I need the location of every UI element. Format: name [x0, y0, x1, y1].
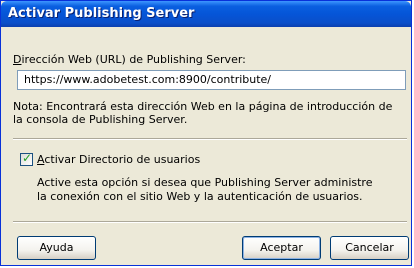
title-bar[interactable]: Activar Publishing Server	[1, 1, 411, 27]
cancel-button[interactable]: Cancelar	[330, 236, 409, 260]
url-label-text: irección Web (URL) de Publishing Server:	[21, 53, 246, 66]
url-input[interactable]: https://www.adobetest.com:8900/contribut…	[17, 70, 406, 90]
user-directory-checkbox-label[interactable]: Activar Directorio de usuarios	[37, 153, 200, 166]
url-label: Dirección Web (URL) de Publishing Server…	[13, 53, 246, 66]
note-text: Nota: Encontrará esta dirección Web en l…	[13, 100, 393, 126]
divider-top	[13, 138, 407, 140]
help-button[interactable]: Ayuda	[17, 236, 96, 260]
divider-bottom	[13, 221, 407, 223]
ok-button[interactable]: Aceptar	[242, 236, 321, 260]
user-directory-checkbox[interactable]: ✓	[20, 151, 33, 166]
checkmark-icon: ✓	[22, 151, 33, 165]
user-directory-description: Active esta opción si desea que Publishi…	[37, 176, 373, 203]
checkbox-label-text: ctivar Directorio de usuarios	[44, 153, 201, 166]
dialog-window: Activar Publishing Server Dirección Web …	[0, 0, 412, 266]
dialog-title: Activar Publishing Server	[8, 6, 195, 21]
